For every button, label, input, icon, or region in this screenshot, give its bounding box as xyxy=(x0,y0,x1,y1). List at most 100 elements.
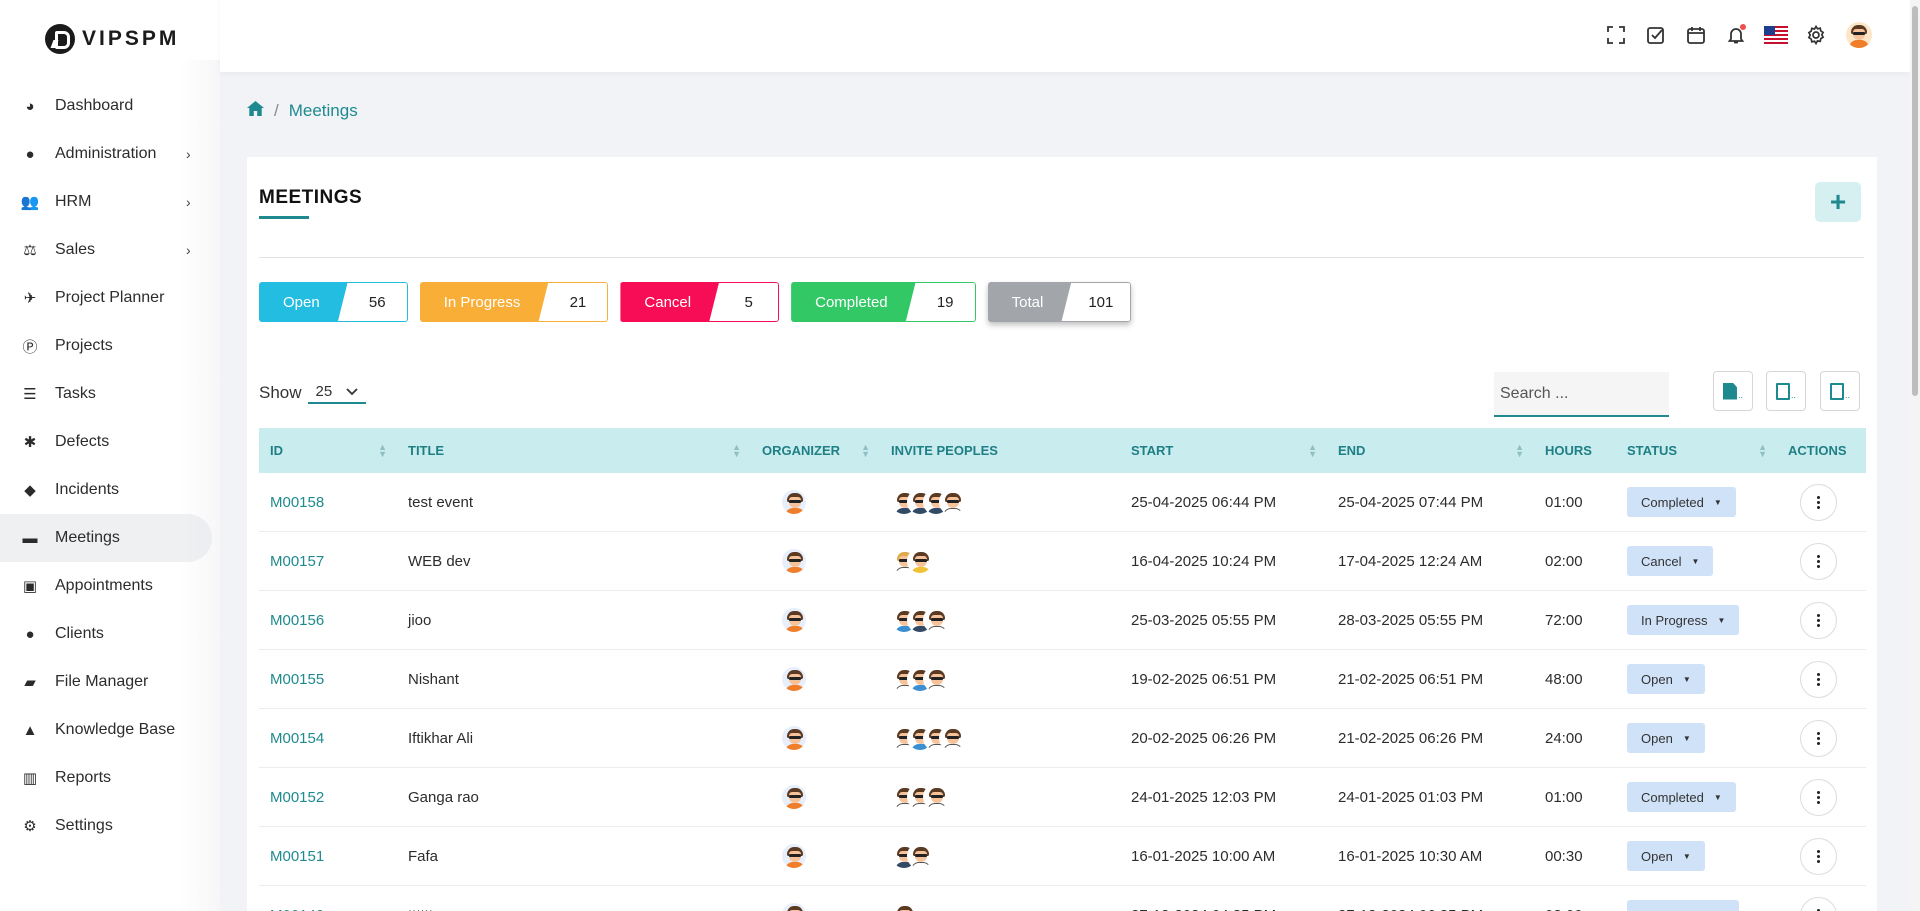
page-scrollbar[interactable] xyxy=(1910,0,1920,911)
invitee-avatars xyxy=(891,548,933,574)
row-actions-button[interactable] xyxy=(1800,719,1837,757)
sidebar-item-meetings[interactable]: ▬ Meetings xyxy=(0,514,212,562)
sidebar-item-label: Meetings xyxy=(55,529,120,546)
meeting-id-link[interactable]: M00155 xyxy=(259,650,397,709)
stat-completed[interactable]: Completed 19 xyxy=(791,282,976,322)
language-selector[interactable] xyxy=(1764,23,1788,47)
sidebar-item-label: Sales xyxy=(55,241,96,258)
sidebar-item-sales[interactable]: ⚖ Sales › xyxy=(0,226,220,274)
avatar xyxy=(781,725,807,751)
invitees-cell xyxy=(880,532,1120,591)
meeting-id-link[interactable]: M00152 xyxy=(259,768,397,827)
more-vertical-icon xyxy=(1817,731,1820,745)
meeting-id-link[interactable]: M00157 xyxy=(259,532,397,591)
export-csv-button[interactable]: .. xyxy=(1820,371,1860,411)
stat-in-progress[interactable]: In Progress 21 xyxy=(420,282,609,322)
stat-open[interactable]: Open 56 xyxy=(259,282,408,322)
sidebar-nav: ◕ Dashboard ● Administration › 👥 HRM › ⚖ Sales › ✈ P… xyxy=(0,82,220,850)
status-dropdown[interactable]: Open ▼ xyxy=(1627,841,1705,871)
column-header-actions: ACTIONS xyxy=(1777,428,1866,473)
status-dropdown[interactable]: Open ▼ xyxy=(1627,664,1705,694)
calendar-icon[interactable] xyxy=(1684,23,1708,47)
row-actions-button[interactable] xyxy=(1800,483,1837,521)
row-actions-button[interactable] xyxy=(1800,778,1837,816)
sidebar-item-knowledge-base[interactable]: ▲ Knowledge Base xyxy=(0,706,220,754)
actions-cell xyxy=(1777,827,1866,886)
avatar xyxy=(907,843,933,869)
meeting-id-link[interactable]: M00156 xyxy=(259,591,397,650)
notification-dot xyxy=(1740,24,1746,30)
meeting-id-link[interactable]: M00149 xyxy=(259,886,397,911)
row-actions-button[interactable] xyxy=(1800,542,1837,580)
meeting-id-link[interactable]: M00154 xyxy=(259,709,397,768)
column-header-status[interactable]: STATUS ▲ ▼ xyxy=(1616,428,1777,473)
status-cell: Open ▼ xyxy=(1616,709,1777,768)
row-actions-button[interactable] xyxy=(1800,837,1837,875)
table-row: M00154 Iftikhar Ali 20-02-2025 06:26 PM 21-… xyxy=(259,709,1866,768)
stat-total[interactable]: Total 101 xyxy=(988,282,1132,322)
top-bar xyxy=(220,0,1910,72)
page-title: MEETINGS xyxy=(259,187,363,208)
sidebar-item-dashboard[interactable]: ◕ Dashboard xyxy=(0,82,220,130)
sidebar-item-label: Project Planner xyxy=(55,289,165,306)
breadcrumb-current[interactable]: Meetings xyxy=(289,101,358,121)
row-actions-button[interactable] xyxy=(1800,896,1837,911)
meeting-id-link[interactable]: M00151 xyxy=(259,827,397,886)
meeting-id-link[interactable]: M00158 xyxy=(259,473,397,532)
ticket-icon: ◆ xyxy=(24,482,36,499)
hours: 72:00 xyxy=(1545,611,1583,629)
status-dropdown[interactable]: In Progress▼ xyxy=(1627,605,1740,635)
sidebar-item-settings[interactable]: ⚙ Settings xyxy=(0,802,220,850)
start-time: 27-12-2024 04:35 PM xyxy=(1120,886,1327,911)
export-excel-button[interactable]: .. xyxy=(1766,371,1806,411)
invitees-cell xyxy=(880,473,1120,532)
sidebar-item-administration[interactable]: ● Administration › xyxy=(0,130,220,178)
check-square-icon[interactable] xyxy=(1644,23,1668,47)
status-dropdown[interactable]: Completed ▼ xyxy=(1627,782,1736,812)
status-dropdown[interactable]: Completed ▼ xyxy=(1627,487,1736,517)
sort-icon: ▲ ▼ xyxy=(732,441,741,459)
column-header-title[interactable]: TITLE ▲ ▼ xyxy=(397,428,751,473)
sidebar-item-defects[interactable]: ✱ Defects xyxy=(0,418,220,466)
sort-icon: ▲ ▼ xyxy=(1515,441,1524,459)
sidebar-item-appointments[interactable]: ▣ Appointments xyxy=(0,562,220,610)
sidebar-item-reports[interactable]: ▥ Reports xyxy=(0,754,220,802)
invitee-avatars xyxy=(891,725,965,751)
export-pdf-button[interactable]: .. xyxy=(1713,371,1753,411)
home-icon[interactable] xyxy=(247,101,264,121)
scrollbar-thumb[interactable] xyxy=(1912,6,1918,396)
status-label: Open xyxy=(1641,730,1673,746)
column-header-organizer[interactable]: ORGANIZER ▲ ▼ xyxy=(751,428,880,473)
page-size-select[interactable]: 25 xyxy=(307,381,367,404)
column-header-invite-peoples: INVITE PEOPLES xyxy=(880,428,1120,473)
sidebar-item-clients[interactable]: ● Clients xyxy=(0,610,220,658)
bell-icon[interactable] xyxy=(1724,23,1748,47)
column-header-end[interactable]: END ▲ ▼ xyxy=(1327,428,1534,473)
status-dropdown[interactable]: In Progress▼ xyxy=(1627,900,1740,911)
column-header-start[interactable]: START ▲ ▼ xyxy=(1120,428,1327,473)
add-meeting-button[interactable]: + xyxy=(1815,182,1861,222)
sidebar-item-file-manager[interactable]: ▰ File Manager xyxy=(0,658,220,706)
sidebar-item-incidents[interactable]: ◆ Incidents xyxy=(0,466,220,514)
fullscreen-icon[interactable] xyxy=(1604,23,1628,47)
invitee-avatars xyxy=(891,843,933,869)
actions-cell xyxy=(1777,473,1866,532)
user-avatar[interactable] xyxy=(1844,20,1874,50)
row-actions-button[interactable] xyxy=(1800,660,1837,698)
stat-cancel[interactable]: Cancel 5 xyxy=(620,282,780,322)
table-row: M00155 Nishant 19-02-2025 06:51 PM 21-02-20… xyxy=(259,650,1866,709)
sidebar-item-hrm[interactable]: 👥 HRM › xyxy=(0,178,220,226)
sidebar-item-projects[interactable]: Ⓟ Projects xyxy=(0,322,220,370)
file-excel-icon xyxy=(1775,382,1790,400)
cogs-icon: ⚙ xyxy=(23,818,37,835)
sidebar-item-project-planner[interactable]: ✈ Project Planner xyxy=(0,274,220,322)
row-actions-button[interactable] xyxy=(1800,601,1837,639)
gear-icon[interactable] xyxy=(1804,23,1828,47)
sidebar-item-tasks[interactable]: ☰ Tasks xyxy=(0,370,220,418)
column-header-id[interactable]: ID ▲ ▼ xyxy=(259,428,397,473)
status-dropdown[interactable]: Open ▼ xyxy=(1627,723,1705,753)
status-dropdown[interactable]: Cancel ▼ xyxy=(1627,546,1714,576)
start-time: 16-04-2025 10:24 PM xyxy=(1131,552,1277,570)
search-input[interactable] xyxy=(1494,372,1669,417)
logo[interactable]: VIPSPM xyxy=(45,24,179,54)
